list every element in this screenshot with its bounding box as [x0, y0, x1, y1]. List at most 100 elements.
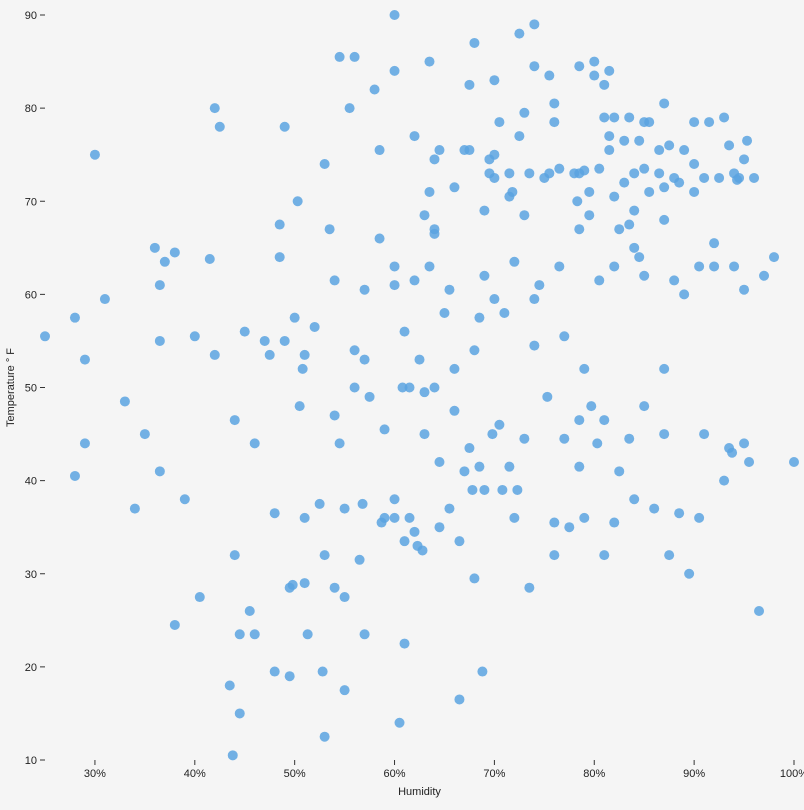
data-point: [689, 117, 699, 127]
data-point: [586, 401, 596, 411]
data-point: [310, 322, 320, 332]
data-point: [599, 550, 609, 560]
data-point: [704, 117, 714, 127]
data-point: [330, 410, 340, 420]
data-point: [410, 275, 420, 285]
data-point: [190, 331, 200, 341]
data-point: [714, 173, 724, 183]
data-point: [559, 331, 569, 341]
data-point: [290, 313, 300, 323]
data-point: [489, 150, 499, 160]
data-point: [629, 494, 639, 504]
data-point: [449, 182, 459, 192]
data-point: [684, 569, 694, 579]
data-point: [449, 364, 459, 374]
data-point: [574, 61, 584, 71]
data-point: [370, 85, 380, 95]
y-tick-label: 80: [25, 103, 37, 115]
data-point: [293, 196, 303, 206]
data-point: [240, 327, 250, 337]
data-point: [395, 718, 405, 728]
data-point: [479, 485, 489, 495]
data-point: [340, 685, 350, 695]
data-point: [424, 261, 434, 271]
data-point: [614, 224, 624, 234]
data-point: [155, 336, 165, 346]
data-point: [380, 513, 390, 523]
data-point: [499, 308, 509, 318]
data-point: [250, 629, 260, 639]
data-point: [469, 573, 479, 583]
data-point: [739, 154, 749, 164]
data-point: [639, 271, 649, 281]
data-point: [507, 187, 517, 197]
data-point: [405, 513, 415, 523]
data-point: [529, 294, 539, 304]
data-point: [594, 275, 604, 285]
chart-svg: 30%40%50%60%70%80%90%100%102030405060708…: [0, 0, 804, 805]
data-point: [180, 494, 190, 504]
data-point: [400, 639, 410, 649]
x-tick-label: 60%: [384, 768, 406, 780]
data-point: [609, 192, 619, 202]
data-point: [654, 168, 664, 178]
data-point: [727, 448, 737, 458]
data-point: [390, 261, 400, 271]
data-point: [469, 38, 479, 48]
data-point: [429, 383, 439, 393]
data-point: [709, 261, 719, 271]
scatter-chart: 30%40%50%60%70%80%90%100%102030405060708…: [0, 0, 804, 805]
data-point: [400, 327, 410, 337]
data-point: [509, 513, 519, 523]
data-point: [589, 57, 599, 67]
data-point: [275, 220, 285, 230]
data-point: [477, 667, 487, 677]
data-point: [529, 61, 539, 71]
data-point: [355, 555, 365, 565]
data-point: [80, 355, 90, 365]
data-point: [674, 508, 684, 518]
data-point: [70, 313, 80, 323]
data-point: [609, 261, 619, 271]
data-point: [270, 508, 280, 518]
data-point: [250, 438, 260, 448]
data-point: [120, 396, 130, 406]
data-point: [350, 52, 360, 62]
data-point: [265, 350, 275, 360]
data-point: [529, 19, 539, 29]
data-point: [358, 499, 368, 509]
data-point: [594, 164, 604, 174]
data-point: [572, 196, 582, 206]
y-tick-label: 10: [25, 755, 37, 767]
data-point: [419, 429, 429, 439]
data-point: [579, 513, 589, 523]
data-point: [390, 66, 400, 76]
data-point: [415, 355, 425, 365]
data-point: [300, 350, 310, 360]
x-tick-label: 30%: [84, 768, 106, 780]
data-point: [624, 220, 634, 230]
data-point: [390, 280, 400, 290]
data-point: [599, 112, 609, 122]
data-point: [375, 234, 385, 244]
data-point: [639, 164, 649, 174]
data-point: [225, 681, 235, 691]
data-point: [629, 168, 639, 178]
data-point: [579, 166, 589, 176]
data-point: [679, 145, 689, 155]
data-point: [644, 187, 654, 197]
data-point: [390, 513, 400, 523]
data-point: [549, 550, 559, 560]
y-tick-label: 30: [25, 569, 37, 581]
data-point: [644, 117, 654, 127]
data-point: [210, 103, 220, 113]
data-point: [769, 252, 779, 262]
data-point: [280, 122, 290, 132]
data-point: [320, 732, 330, 742]
data-point: [160, 257, 170, 267]
data-point: [280, 336, 290, 346]
data-point: [444, 504, 454, 514]
data-point: [424, 187, 434, 197]
data-point: [235, 708, 245, 718]
data-point: [228, 750, 238, 760]
